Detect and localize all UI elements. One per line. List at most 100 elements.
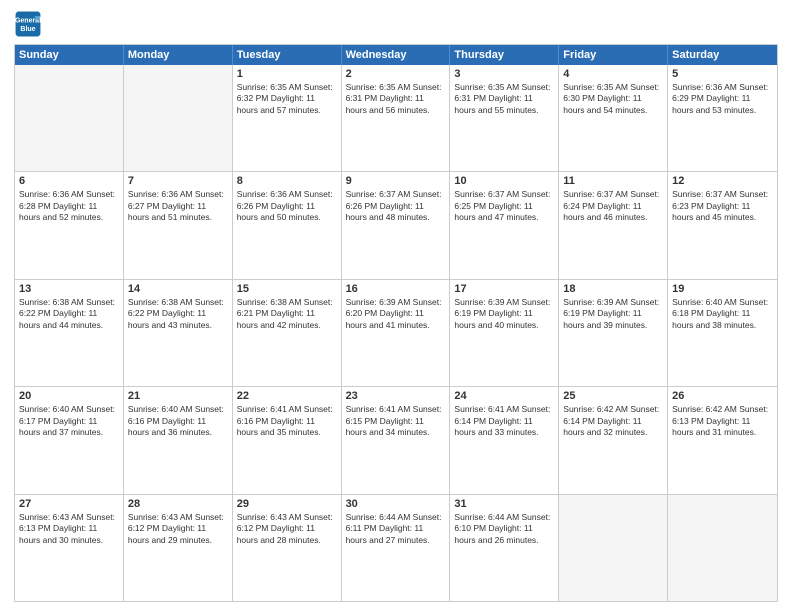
cell-detail: Sunrise: 6:37 AM Sunset: 6:24 PM Dayligh… [563, 189, 663, 223]
cell-detail: Sunrise: 6:36 AM Sunset: 6:28 PM Dayligh… [19, 189, 119, 223]
calendar-cell: 28Sunrise: 6:43 AM Sunset: 6:12 PM Dayli… [124, 495, 233, 601]
page: General Blue SundayMondayTuesdayWednesda… [0, 0, 792, 612]
cell-detail: Sunrise: 6:43 AM Sunset: 6:12 PM Dayligh… [237, 512, 337, 546]
cell-detail: Sunrise: 6:35 AM Sunset: 6:31 PM Dayligh… [346, 82, 446, 116]
cell-detail: Sunrise: 6:35 AM Sunset: 6:32 PM Dayligh… [237, 82, 337, 116]
day-number: 8 [237, 175, 337, 187]
cell-detail: Sunrise: 6:40 AM Sunset: 6:17 PM Dayligh… [19, 404, 119, 438]
header-day-wednesday: Wednesday [342, 45, 451, 65]
calendar-cell: 23Sunrise: 6:41 AM Sunset: 6:15 PM Dayli… [342, 387, 451, 493]
day-number: 5 [672, 68, 773, 80]
calendar-header: SundayMondayTuesdayWednesdayThursdayFrid… [15, 45, 777, 65]
cell-detail: Sunrise: 6:39 AM Sunset: 6:19 PM Dayligh… [454, 297, 554, 331]
day-number: 29 [237, 498, 337, 510]
calendar-week-1: 1 Sunrise: 6:35 AM Sunset: 6:32 PM Daylig… [15, 65, 777, 171]
calendar-cell: 20Sunrise: 6:40 AM Sunset: 6:17 PM Dayli… [15, 387, 124, 493]
day-number: 19 [672, 283, 773, 295]
calendar-cell [15, 65, 124, 171]
header-day-sunday: Sunday [15, 45, 124, 65]
calendar-cell: 19 Sunrise: 6:40 AM Sunset: 6:18 PM Dayli… [668, 280, 777, 386]
logo-icon: General Blue [14, 10, 42, 38]
day-number: 23 [346, 390, 446, 402]
day-number: 17 [454, 283, 554, 295]
cell-detail: Sunrise: 6:40 AM Sunset: 6:18 PM Dayligh… [672, 297, 773, 331]
calendar-cell: 30 Sunrise: 6:44 AM Sunset: 6:11 PM Dayli… [342, 495, 451, 601]
cell-detail: Sunrise: 6:38 AM Sunset: 6:21 PM Dayligh… [237, 297, 337, 331]
day-number: 26 [672, 390, 773, 402]
calendar-week-5: 27Sunrise: 6:43 AM Sunset: 6:13 PM Dayli… [15, 494, 777, 601]
cell-detail: Sunrise: 6:39 AM Sunset: 6:19 PM Dayligh… [563, 297, 663, 331]
header-day-thursday: Thursday [450, 45, 559, 65]
cell-detail: Sunrise: 6:38 AM Sunset: 6:22 PM Dayligh… [128, 297, 228, 331]
calendar-cell: 15Sunrise: 6:38 AM Sunset: 6:21 PM Dayli… [233, 280, 342, 386]
calendar-week-4: 20Sunrise: 6:40 AM Sunset: 6:17 PM Dayli… [15, 386, 777, 493]
header-day-monday: Monday [124, 45, 233, 65]
day-number: 4 [563, 68, 663, 80]
calendar-cell: 5Sunrise: 6:36 AM Sunset: 6:29 PM Daylig… [668, 65, 777, 171]
calendar-cell: 31Sunrise: 6:44 AM Sunset: 6:10 PM Dayli… [450, 495, 559, 601]
day-number: 1 [237, 68, 337, 80]
calendar-cell: 1 Sunrise: 6:35 AM Sunset: 6:32 PM Daylig… [233, 65, 342, 171]
day-number: 16 [346, 283, 446, 295]
cell-detail: Sunrise: 6:44 AM Sunset: 6:10 PM Dayligh… [454, 512, 554, 546]
day-number: 11 [563, 175, 663, 187]
calendar-cell: 9Sunrise: 6:37 AM Sunset: 6:26 PM Daylig… [342, 172, 451, 278]
cell-detail: Sunrise: 6:42 AM Sunset: 6:14 PM Dayligh… [563, 404, 663, 438]
calendar-cell [559, 495, 668, 601]
day-number: 25 [563, 390, 663, 402]
calendar-cell: 18Sunrise: 6:39 AM Sunset: 6:19 PM Dayli… [559, 280, 668, 386]
calendar-cell: 26 Sunrise: 6:42 AM Sunset: 6:13 PM Dayli… [668, 387, 777, 493]
calendar-cell: 8 Sunrise: 6:36 AM Sunset: 6:26 PM Daylig… [233, 172, 342, 278]
calendar-cell: 16 Sunrise: 6:39 AM Sunset: 6:20 PM Dayli… [342, 280, 451, 386]
day-number: 14 [128, 283, 228, 295]
cell-detail: Sunrise: 6:39 AM Sunset: 6:20 PM Dayligh… [346, 297, 446, 331]
calendar-cell: 4 Sunrise: 6:35 AM Sunset: 6:30 PM Daylig… [559, 65, 668, 171]
calendar-cell: 21 Sunrise: 6:40 AM Sunset: 6:16 PM Dayli… [124, 387, 233, 493]
day-number: 2 [346, 68, 446, 80]
cell-detail: Sunrise: 6:37 AM Sunset: 6:25 PM Dayligh… [454, 189, 554, 223]
cell-detail: Sunrise: 6:43 AM Sunset: 6:13 PM Dayligh… [19, 512, 119, 546]
svg-text:Blue: Blue [20, 26, 35, 33]
cell-detail: Sunrise: 6:35 AM Sunset: 6:30 PM Dayligh… [563, 82, 663, 116]
calendar-cell: 3 Sunrise: 6:35 AM Sunset: 6:31 PM Daylig… [450, 65, 559, 171]
cell-detail: Sunrise: 6:36 AM Sunset: 6:27 PM Dayligh… [128, 189, 228, 223]
cell-detail: Sunrise: 6:37 AM Sunset: 6:23 PM Dayligh… [672, 189, 773, 223]
cell-detail: Sunrise: 6:38 AM Sunset: 6:22 PM Dayligh… [19, 297, 119, 331]
header-day-saturday: Saturday [668, 45, 777, 65]
calendar-body: 1 Sunrise: 6:35 AM Sunset: 6:32 PM Daylig… [15, 65, 777, 601]
day-number: 24 [454, 390, 554, 402]
day-number: 22 [237, 390, 337, 402]
calendar-cell [668, 495, 777, 601]
day-number: 3 [454, 68, 554, 80]
cell-detail: Sunrise: 6:40 AM Sunset: 6:16 PM Dayligh… [128, 404, 228, 438]
calendar-cell: 22 Sunrise: 6:41 AM Sunset: 6:16 PM Dayli… [233, 387, 342, 493]
cell-detail: Sunrise: 6:41 AM Sunset: 6:16 PM Dayligh… [237, 404, 337, 438]
day-number: 21 [128, 390, 228, 402]
calendar-week-3: 13 Sunrise: 6:38 AM Sunset: 6:22 PM Dayli… [15, 279, 777, 386]
calendar-cell: 10Sunrise: 6:37 AM Sunset: 6:25 PM Dayli… [450, 172, 559, 278]
header: General Blue [14, 10, 778, 38]
cell-detail: Sunrise: 6:44 AM Sunset: 6:11 PM Dayligh… [346, 512, 446, 546]
cell-detail: Sunrise: 6:35 AM Sunset: 6:31 PM Dayligh… [454, 82, 554, 116]
calendar-cell: 17 Sunrise: 6:39 AM Sunset: 6:19 PM Dayli… [450, 280, 559, 386]
cell-detail: Sunrise: 6:36 AM Sunset: 6:26 PM Dayligh… [237, 189, 337, 223]
calendar-cell: 27Sunrise: 6:43 AM Sunset: 6:13 PM Dayli… [15, 495, 124, 601]
calendar-cell: 29 Sunrise: 6:43 AM Sunset: 6:12 PM Dayli… [233, 495, 342, 601]
calendar-week-2: 6 Sunrise: 6:36 AM Sunset: 6:28 PM Daylig… [15, 171, 777, 278]
calendar-cell: 6 Sunrise: 6:36 AM Sunset: 6:28 PM Daylig… [15, 172, 124, 278]
day-number: 12 [672, 175, 773, 187]
calendar-cell: 12 Sunrise: 6:37 AM Sunset: 6:23 PM Dayli… [668, 172, 777, 278]
calendar-cell: 11 Sunrise: 6:37 AM Sunset: 6:24 PM Dayli… [559, 172, 668, 278]
cell-detail: Sunrise: 6:42 AM Sunset: 6:13 PM Dayligh… [672, 404, 773, 438]
calendar: SundayMondayTuesdayWednesdayThursdayFrid… [14, 44, 778, 602]
day-number: 6 [19, 175, 119, 187]
calendar-cell: 2 Sunrise: 6:35 AM Sunset: 6:31 PM Daylig… [342, 65, 451, 171]
day-number: 28 [128, 498, 228, 510]
calendar-cell: 25 Sunrise: 6:42 AM Sunset: 6:14 PM Dayli… [559, 387, 668, 493]
calendar-cell: 7Sunrise: 6:36 AM Sunset: 6:27 PM Daylig… [124, 172, 233, 278]
header-day-tuesday: Tuesday [233, 45, 342, 65]
day-number: 30 [346, 498, 446, 510]
calendar-cell: 24 Sunrise: 6:41 AM Sunset: 6:14 PM Dayli… [450, 387, 559, 493]
cell-detail: Sunrise: 6:41 AM Sunset: 6:14 PM Dayligh… [454, 404, 554, 438]
day-number: 13 [19, 283, 119, 295]
